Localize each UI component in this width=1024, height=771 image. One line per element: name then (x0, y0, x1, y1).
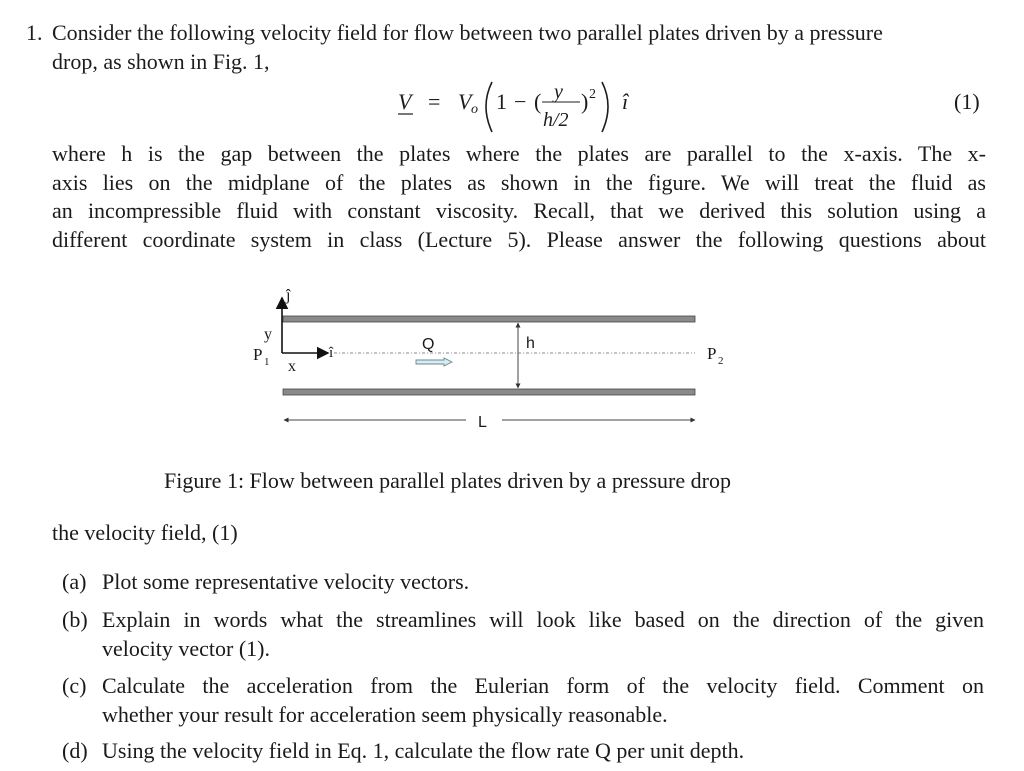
question-text: Using the velocity field in Eq. 1, calcu… (102, 738, 745, 763)
left-big-paren (485, 81, 493, 133)
intro-text-1: Consider the following velocity field fo… (52, 20, 883, 45)
eq-exponent: 2 (589, 87, 596, 102)
p1-label: P (253, 345, 262, 364)
question-label: (a) (62, 569, 87, 594)
p1-subscript: 1 (264, 356, 270, 368)
equation-number: (1) (954, 89, 980, 114)
problem-intro-line-1: 1. Consider the following velocity field … (26, 18, 986, 47)
description-line: axis lies on the midplane of the plates … (52, 169, 986, 195)
problem-number: 1. (26, 20, 43, 45)
question-label: (c) (62, 673, 87, 698)
question-text: Explain in words what the streamlines wi… (102, 607, 984, 632)
bottom-plate (282, 388, 696, 396)
description-line: an incompressible fluid with constant vi… (52, 198, 986, 224)
right-big-paren (601, 81, 609, 133)
eq-lhs: V (398, 89, 414, 114)
eq-numerator: y (552, 81, 563, 103)
description-line: different coordinate system in class (Le… (52, 227, 986, 253)
h-label: h (526, 335, 535, 352)
figure-caption: Figure 1: Flow between parallel plates d… (164, 468, 731, 493)
questions-lead-in: the velocity field, (1) (52, 520, 238, 545)
eq-small-paren-close: ) (581, 89, 588, 114)
x-axis-label: x (288, 358, 296, 375)
top-plate (282, 315, 696, 323)
eq-equals: = (428, 89, 440, 114)
velocity-equation: V = V o 1 − ( y h/2 ) 2 î (398, 81, 630, 133)
eq-denominator: h/2 (543, 109, 569, 131)
eq-small-paren-open: ( (534, 89, 541, 114)
p2-subscript: 2 (718, 355, 724, 367)
flow-direction-arrow (415, 357, 454, 367)
question-text: Plot some representative velocity vector… (102, 569, 470, 594)
problem-intro-line-2: drop, as shown in Fig. 1, (52, 49, 270, 74)
l-label: L (478, 414, 487, 431)
p2-label: P (707, 344, 716, 363)
eq-unit-vector: î (622, 89, 630, 114)
description-line: where h is the gap between the plates wh… (52, 141, 986, 166)
eq-one: 1 (496, 89, 507, 114)
question-text: velocity vector (1). (102, 636, 270, 661)
eq-coef-sub: o (471, 102, 478, 117)
i-hat-label: î (328, 345, 334, 361)
q-label: Q (422, 336, 434, 353)
y-axis-label: y (264, 326, 272, 343)
question-text: Calculate the acceleration from the Eule… (102, 673, 984, 698)
eq-minus: − (514, 89, 526, 114)
j-hat-label: ĵ (285, 287, 291, 304)
question-label: (b) (62, 607, 88, 632)
problem-description: where h is the gap between the plates wh… (52, 140, 986, 255)
question-label: (d) (62, 738, 88, 763)
question-text: whether your result for acceleration see… (102, 702, 668, 727)
parallel-plates-figure: ĵ î y x P 1 P 2 Q h L (253, 287, 724, 431)
